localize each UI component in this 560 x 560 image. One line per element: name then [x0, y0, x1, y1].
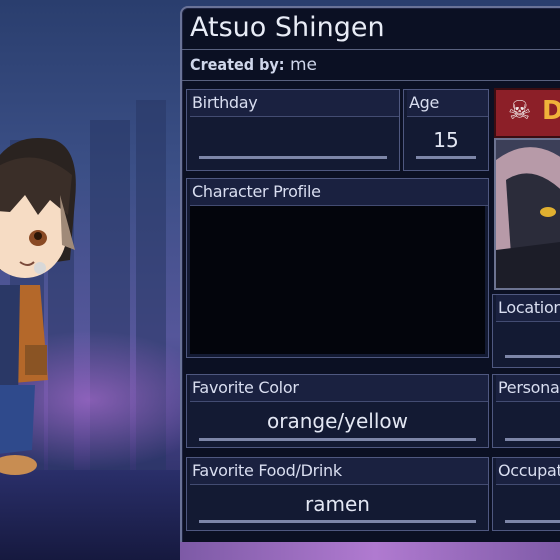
character-profile-textarea[interactable] — [190, 206, 485, 354]
character-profile-label: Character Profile — [190, 179, 488, 206]
portrait-image — [496, 140, 560, 288]
occupation-label: Occupat — [496, 458, 560, 485]
badge[interactable]: ☠ D — [494, 88, 560, 138]
created-by-value: me — [289, 55, 317, 75]
background-city — [0, 0, 185, 560]
favorite-color-underline — [199, 438, 476, 441]
character-profile-field[interactable]: Character Profile — [186, 178, 489, 358]
age-field[interactable]: Age 15 — [403, 89, 489, 171]
character-portrait[interactable] — [494, 138, 560, 290]
panel-bottom-bar — [180, 542, 560, 560]
personality-underline — [505, 438, 560, 441]
birthday-label: Birthday — [190, 90, 399, 117]
location-field[interactable]: Location — [492, 294, 560, 368]
occupation-underline — [505, 520, 560, 523]
birthday-field[interactable]: Birthday — [186, 89, 400, 171]
created-by: Created by: me — [190, 55, 317, 75]
header-divider — [182, 49, 560, 50]
occupation-field[interactable]: Occupat — [492, 457, 560, 531]
personality-field[interactable]: Persona — [492, 374, 560, 448]
favorite-color-label: Favorite Color — [190, 375, 488, 402]
character-name: Atsuo Shingen — [190, 12, 385, 43]
skull-icon: ☠ — [508, 96, 532, 126]
location-underline — [505, 355, 560, 358]
character-sprite — [0, 138, 76, 475]
age-label: Age — [407, 90, 488, 117]
favorite-food-label: Favorite Food/Drink — [190, 458, 488, 485]
birthday-underline — [199, 156, 387, 159]
header-divider — [182, 80, 560, 81]
location-label: Location — [496, 295, 560, 322]
favorite-food-underline — [199, 520, 476, 523]
favorite-color-field[interactable]: Favorite Color orange/yellow — [186, 374, 489, 448]
personality-label: Persona — [496, 375, 560, 402]
favorite-food-field[interactable]: Favorite Food/Drink ramen — [186, 457, 489, 531]
age-underline — [416, 156, 476, 159]
age-value: 15 — [433, 128, 459, 152]
created-by-label: Created by: — [190, 55, 285, 74]
favorite-food-value: ramen — [305, 492, 370, 516]
favorite-color-value: orange/yellow — [267, 409, 408, 433]
badge-letter: D — [542, 96, 560, 126]
